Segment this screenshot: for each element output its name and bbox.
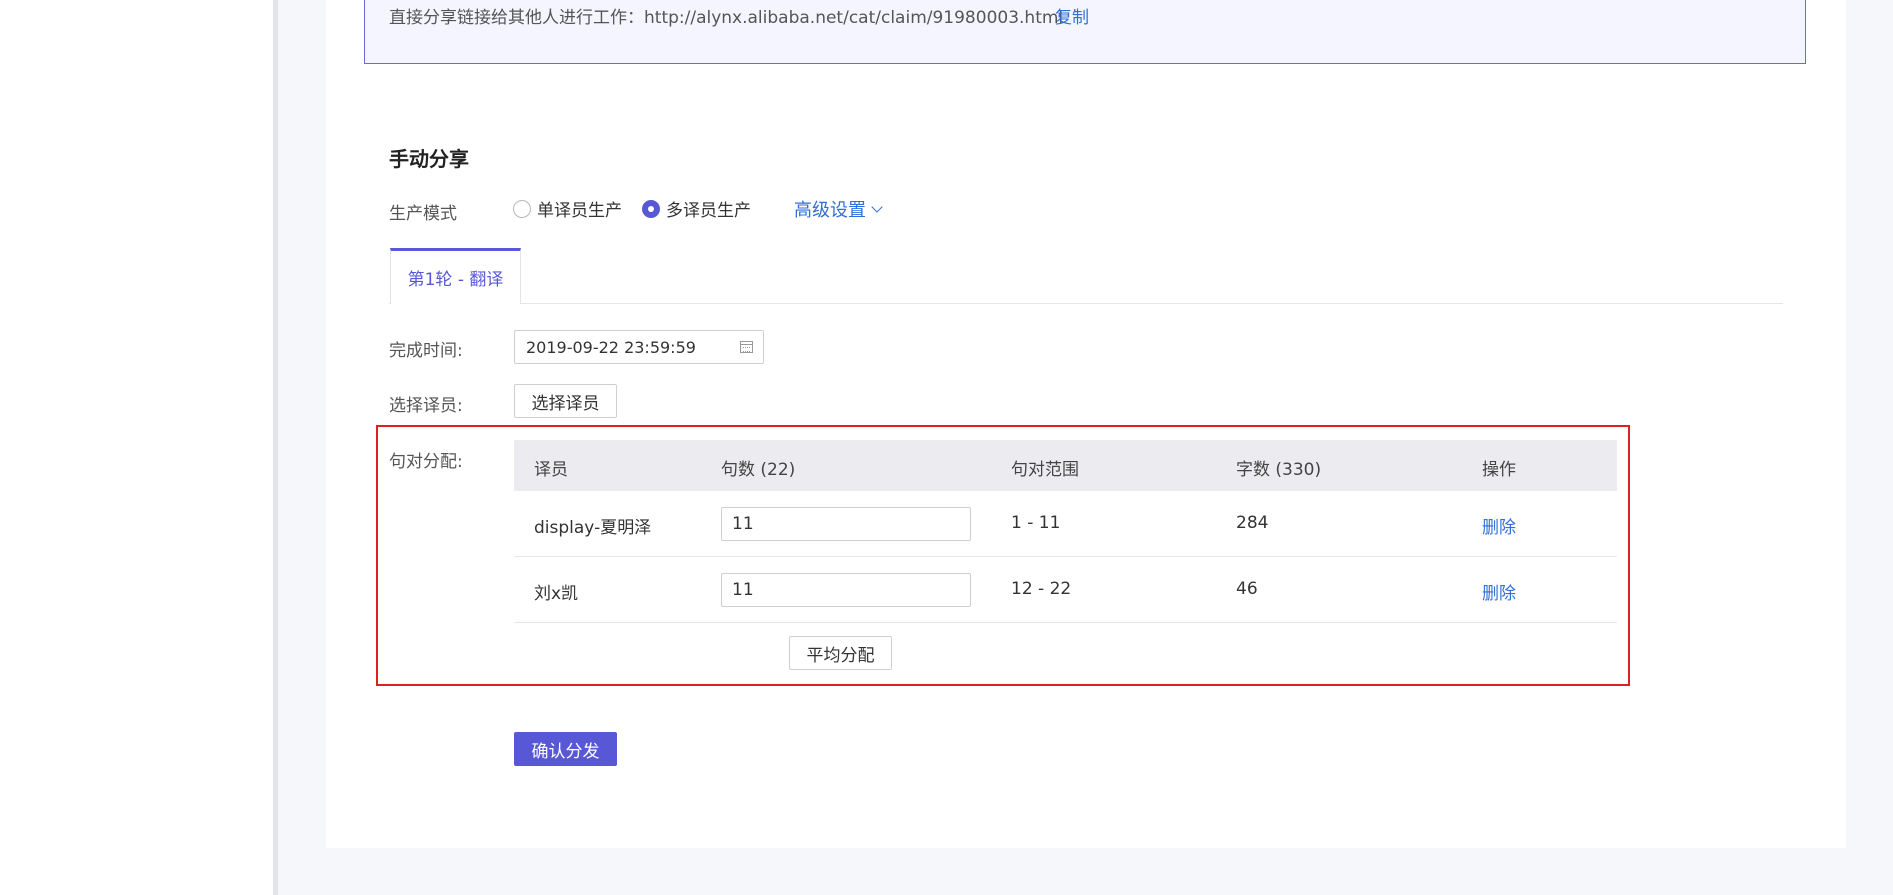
calendar-icon[interactable] <box>740 341 753 353</box>
radio-multi-translator-label: 多译员生产 <box>666 201 751 221</box>
share-link-text: 直接分享链接给其他人进行工作：http://alynx.alibaba.net/… <box>389 8 1064 28</box>
word-count: 284 <box>1236 513 1269 533</box>
radio-multi-translator[interactable]: 多译员生产 <box>642 196 751 221</box>
copy-link-button[interactable]: 复制 <box>1055 3 1089 28</box>
header-sentences: 句数 (22) <box>721 460 796 480</box>
radio-single-translator[interactable]: 单译员生产 <box>513 196 622 221</box>
table-row: display-夏明泽 1 - 11 284 删除 <box>514 491 1617 557</box>
manual-share-title: 手动分享 <box>389 147 469 171</box>
table-row: 刘x凯 12 - 22 46 删除 <box>514 557 1617 623</box>
sentence-count-input[interactable] <box>721 507 971 541</box>
allocation-table-header: 译员 句数 (22) 句对范围 字数 (330) 操作 <box>514 440 1617 491</box>
radio-unchecked-icon <box>513 199 531 218</box>
advanced-settings-label: 高级设置 <box>794 200 866 221</box>
select-translator-button[interactable]: 选择译员 <box>514 384 617 418</box>
allocation-label: 句对分配: <box>389 452 463 472</box>
sentence-count-input[interactable] <box>721 573 971 607</box>
confirm-distribute-button[interactable]: 确认分发 <box>514 732 617 766</box>
header-words: 字数 (330) <box>1236 460 1322 480</box>
share-link-box: 直接分享链接给其他人进行工作：http://alynx.alibaba.net/… <box>364 0 1806 64</box>
tabs-underline <box>389 303 1783 304</box>
sentence-range: 1 - 11 <box>1011 513 1061 533</box>
translator-name: 刘x凯 <box>534 584 579 604</box>
complete-time-label: 完成时间: <box>389 341 463 361</box>
tab-round-1-translate[interactable]: 第1轮 - 翻译 <box>390 248 521 304</box>
radio-checked-icon <box>642 199 660 218</box>
word-count: 46 <box>1236 579 1258 599</box>
radio-single-translator-label: 单译员生产 <box>537 201 622 221</box>
sentence-range: 12 - 22 <box>1011 579 1072 599</box>
delete-link[interactable]: 删除 <box>1482 579 1516 604</box>
complete-time-input[interactable]: 2019-09-22 23:59:59 <box>514 330 764 364</box>
header-range: 句对范围 <box>1011 460 1079 480</box>
header-action: 操作 <box>1482 460 1516 480</box>
translator-name: display-夏明泽 <box>534 518 652 538</box>
production-mode-radio-group: 单译员生产 多译员生产 <box>513 196 771 221</box>
select-translator-label: 选择译员: <box>389 396 463 416</box>
header-translator: 译员 <box>534 460 568 480</box>
main-card <box>326 0 1846 848</box>
complete-time-value: 2019-09-22 23:59:59 <box>526 337 696 357</box>
left-sidebar <box>0 0 273 895</box>
production-mode-label: 生产模式 <box>389 204 457 224</box>
average-allocate-button[interactable]: 平均分配 <box>789 636 892 670</box>
advanced-settings-link[interactable]: 高级设置 <box>794 196 883 222</box>
delete-link[interactable]: 删除 <box>1482 513 1516 538</box>
chevron-down-icon <box>871 200 883 213</box>
